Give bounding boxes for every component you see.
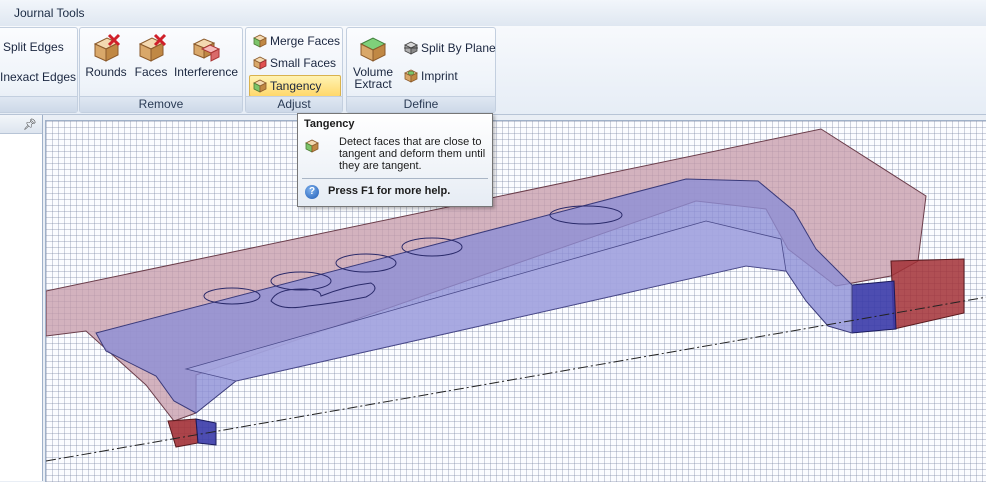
volume-extract-button[interactable]: Volume Extract — [350, 32, 396, 90]
merge-faces-label: Merge Faces — [270, 34, 341, 48]
ribbon-group-fix: Split Edges Inexact Edges — [0, 27, 78, 113]
ribbon-group-define-label: Define — [347, 96, 495, 112]
tooltip-help-text: Press F1 for more help. — [328, 185, 451, 197]
tangency-button[interactable]: Tangency — [249, 75, 341, 97]
ribbon-group-remove: Rounds Faces Interference Remove — [79, 27, 243, 113]
tab-journal-tools[interactable]: Journal Tools — [14, 6, 85, 20]
tooltip-tangency-icon — [305, 139, 319, 153]
tooltip-title: Tangency — [304, 118, 355, 130]
volume-extract-label-2: Extract — [354, 77, 392, 91]
rounds-button[interactable]: Rounds — [85, 32, 127, 78]
ribbon-tab-bar: Journal Tools — [0, 0, 986, 27]
rounds-icon — [93, 33, 121, 62]
tooltip-description: Detect faces that are close to tangent a… — [339, 136, 486, 172]
merge-faces-icon — [253, 34, 267, 48]
faces-label: Faces — [134, 65, 168, 79]
small-faces-icon — [253, 56, 267, 70]
interference-icon — [192, 38, 221, 62]
tooltip-separator — [302, 178, 488, 179]
tangency-tooltip: Tangency Detect faces that are close to … — [297, 113, 493, 207]
inexact-edges-label: Inexact Edges — [0, 70, 77, 84]
imprint-button[interactable]: Imprint — [401, 66, 461, 86]
imprint-label: Imprint — [421, 69, 458, 83]
merge-faces-button[interactable]: Merge Faces — [250, 31, 343, 51]
design-viewport[interactable] — [45, 120, 986, 482]
ribbon-group-remove-label: Remove — [80, 96, 242, 112]
ribbon-group-define: Volume Extract Split By Plane Imprint De… — [346, 27, 496, 113]
split-by-plane-label: Split By Plane — [421, 41, 496, 55]
small-faces-label: Small Faces — [270, 56, 337, 70]
tangency-icon — [253, 79, 267, 93]
model-graphic — [46, 128, 986, 462]
split-edges-button[interactable]: Split Edges — [1, 37, 67, 57]
ribbon: Split Edges Inexact Edges Rounds Faces I… — [0, 26, 986, 115]
model-cut-face-right — [851, 280, 897, 334]
inexact-edges-button[interactable]: Inexact Edges — [0, 67, 79, 87]
interference-label: Interference — [173, 65, 239, 79]
structure-panel-header: 📌︎ — [0, 115, 42, 134]
split-by-plane-button[interactable]: Split By Plane — [401, 38, 499, 58]
model-end-face-left — [167, 418, 199, 448]
model-end-face-right — [890, 258, 965, 330]
pin-icon[interactable]: 📌︎ — [23, 118, 37, 131]
ribbon-group-adjust-label: Adjust — [246, 96, 342, 112]
volume-extract-icon — [359, 37, 387, 62]
split-edges-label: Split Edges — [3, 40, 64, 54]
help-icon: ? — [305, 185, 319, 199]
rounds-label: Rounds — [85, 65, 127, 79]
faces-icon — [138, 33, 167, 62]
faces-button[interactable]: Faces — [132, 32, 170, 78]
interference-button[interactable]: Interference — [173, 32, 239, 78]
ribbon-group-fix-label — [0, 96, 77, 112]
split-by-plane-icon — [404, 41, 418, 55]
imprint-icon — [404, 69, 418, 83]
small-faces-button[interactable]: Small Faces — [250, 53, 339, 73]
tangency-label: Tangency — [270, 79, 322, 93]
ribbon-group-adjust: Merge Faces Small Faces Tangency Adjust — [245, 27, 343, 113]
structure-panel: 📌︎ — [0, 115, 43, 481]
